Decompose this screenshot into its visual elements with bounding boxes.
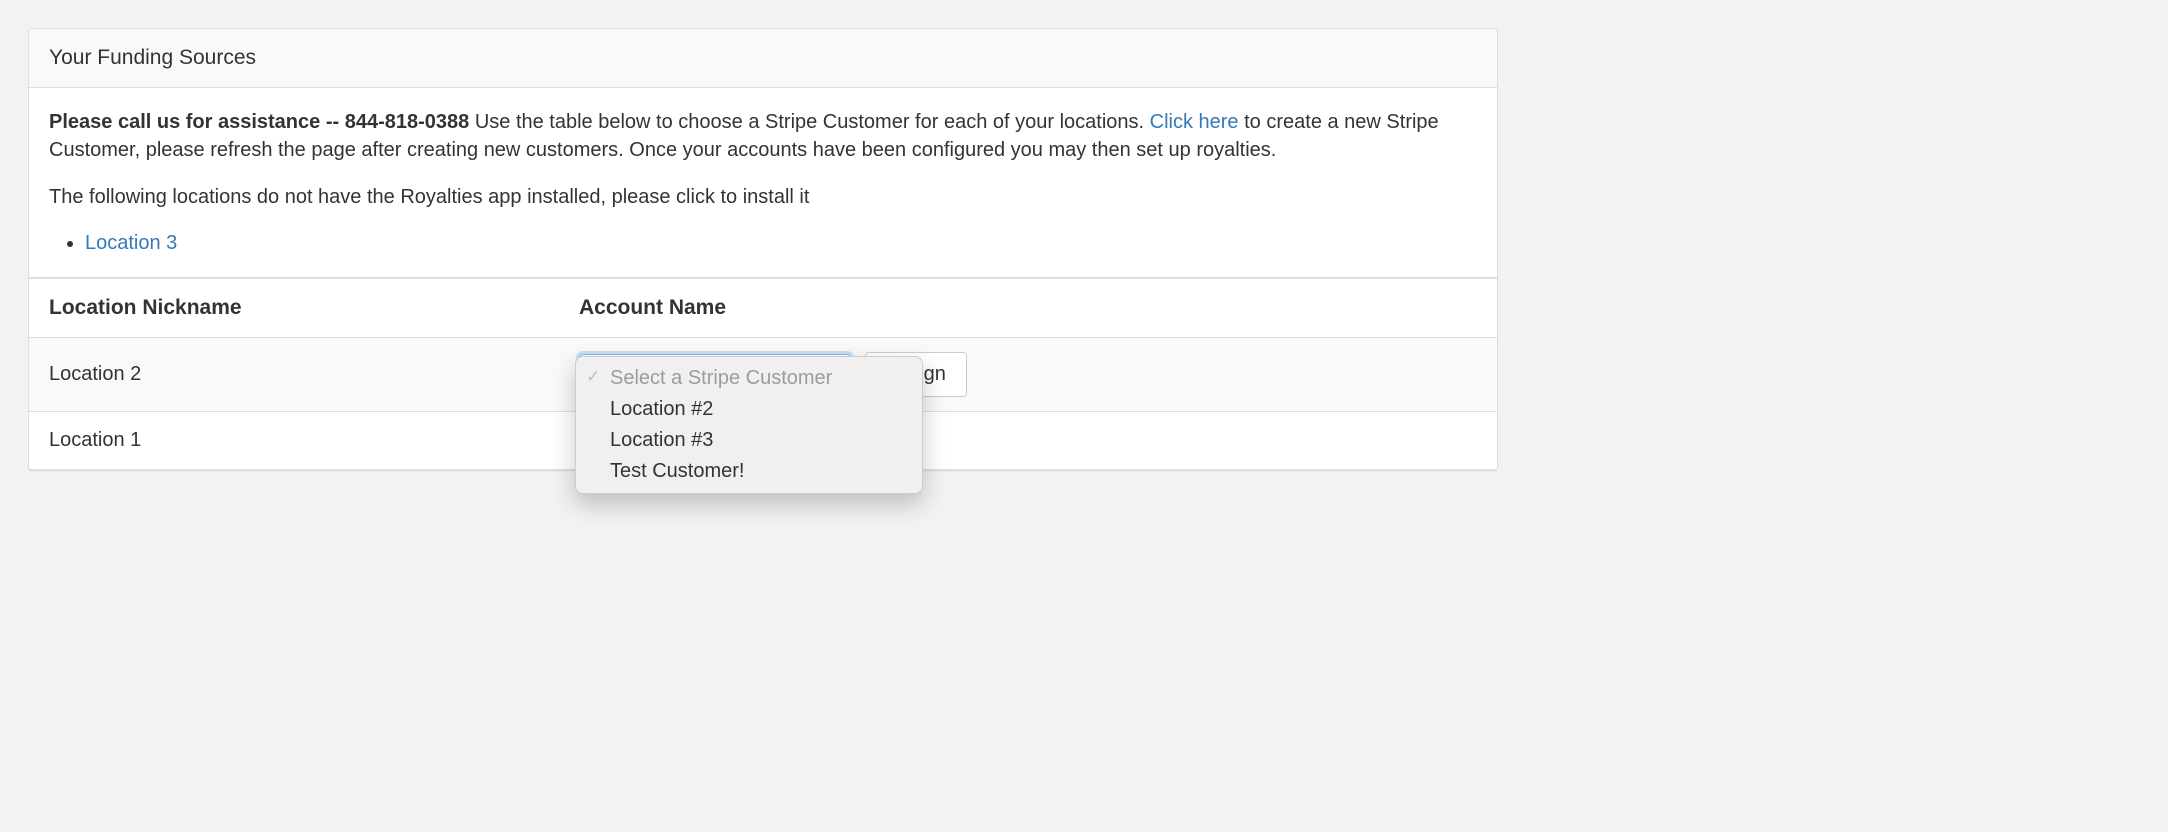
- cell-nickname: Location 2: [29, 338, 559, 412]
- missing-locations-text: The following locations do not have the …: [49, 183, 1477, 211]
- dropdown-option-placeholder: ✓ Select a Stripe Customer: [576, 363, 922, 394]
- funding-sources-table: Location Nickname Account Name Location …: [29, 277, 1497, 469]
- stripe-customer-dropdown: ✓ Select a Stripe Customer Location #2 L…: [575, 356, 923, 494]
- dropdown-option-label: Location #3: [610, 429, 713, 451]
- check-icon: ✓: [586, 366, 600, 389]
- cell-account: Select a Stripe Customer ✓ Select a Stri…: [559, 338, 1497, 412]
- table-header-row: Location Nickname Account Name: [29, 278, 1497, 337]
- intro-paragraph: Please call us for assistance -- 844-818…: [49, 108, 1477, 165]
- dropdown-option-label: Location #2: [610, 398, 713, 420]
- create-stripe-customer-link[interactable]: Click here: [1150, 111, 1239, 133]
- panel-title: Your Funding Sources: [49, 46, 256, 69]
- panel-body: Please call us for assistance -- 844-818…: [29, 88, 1497, 258]
- stripe-customer-select-wrap: Select a Stripe Customer ✓ Select a Stri…: [579, 360, 851, 388]
- list-item: Location 3: [85, 229, 1477, 257]
- assistance-phone: Please call us for assistance -- 844-818…: [49, 111, 469, 133]
- funding-sources-panel: Your Funding Sources Please call us for …: [28, 28, 1498, 471]
- dropdown-option[interactable]: Location #2: [576, 394, 922, 425]
- dropdown-option-label: Select a Stripe Customer: [610, 367, 832, 389]
- col-header-nickname: Location Nickname: [29, 278, 559, 337]
- table-row: Location 2 Select a Stripe Customer ✓ Se…: [29, 338, 1497, 412]
- dropdown-option[interactable]: Test Customer!: [576, 456, 922, 487]
- intro-text-before-link: Use the table below to choose a Stripe C…: [469, 111, 1149, 133]
- dropdown-option-label: Test Customer!: [610, 460, 744, 482]
- install-location-link[interactable]: Location 3: [85, 232, 177, 254]
- dropdown-option[interactable]: Location #3: [576, 425, 922, 456]
- panel-heading: Your Funding Sources: [29, 29, 1497, 88]
- cell-nickname: Location 1: [29, 412, 559, 469]
- missing-locations-list: Location 3: [49, 229, 1477, 257]
- col-header-account: Account Name: [559, 278, 1497, 337]
